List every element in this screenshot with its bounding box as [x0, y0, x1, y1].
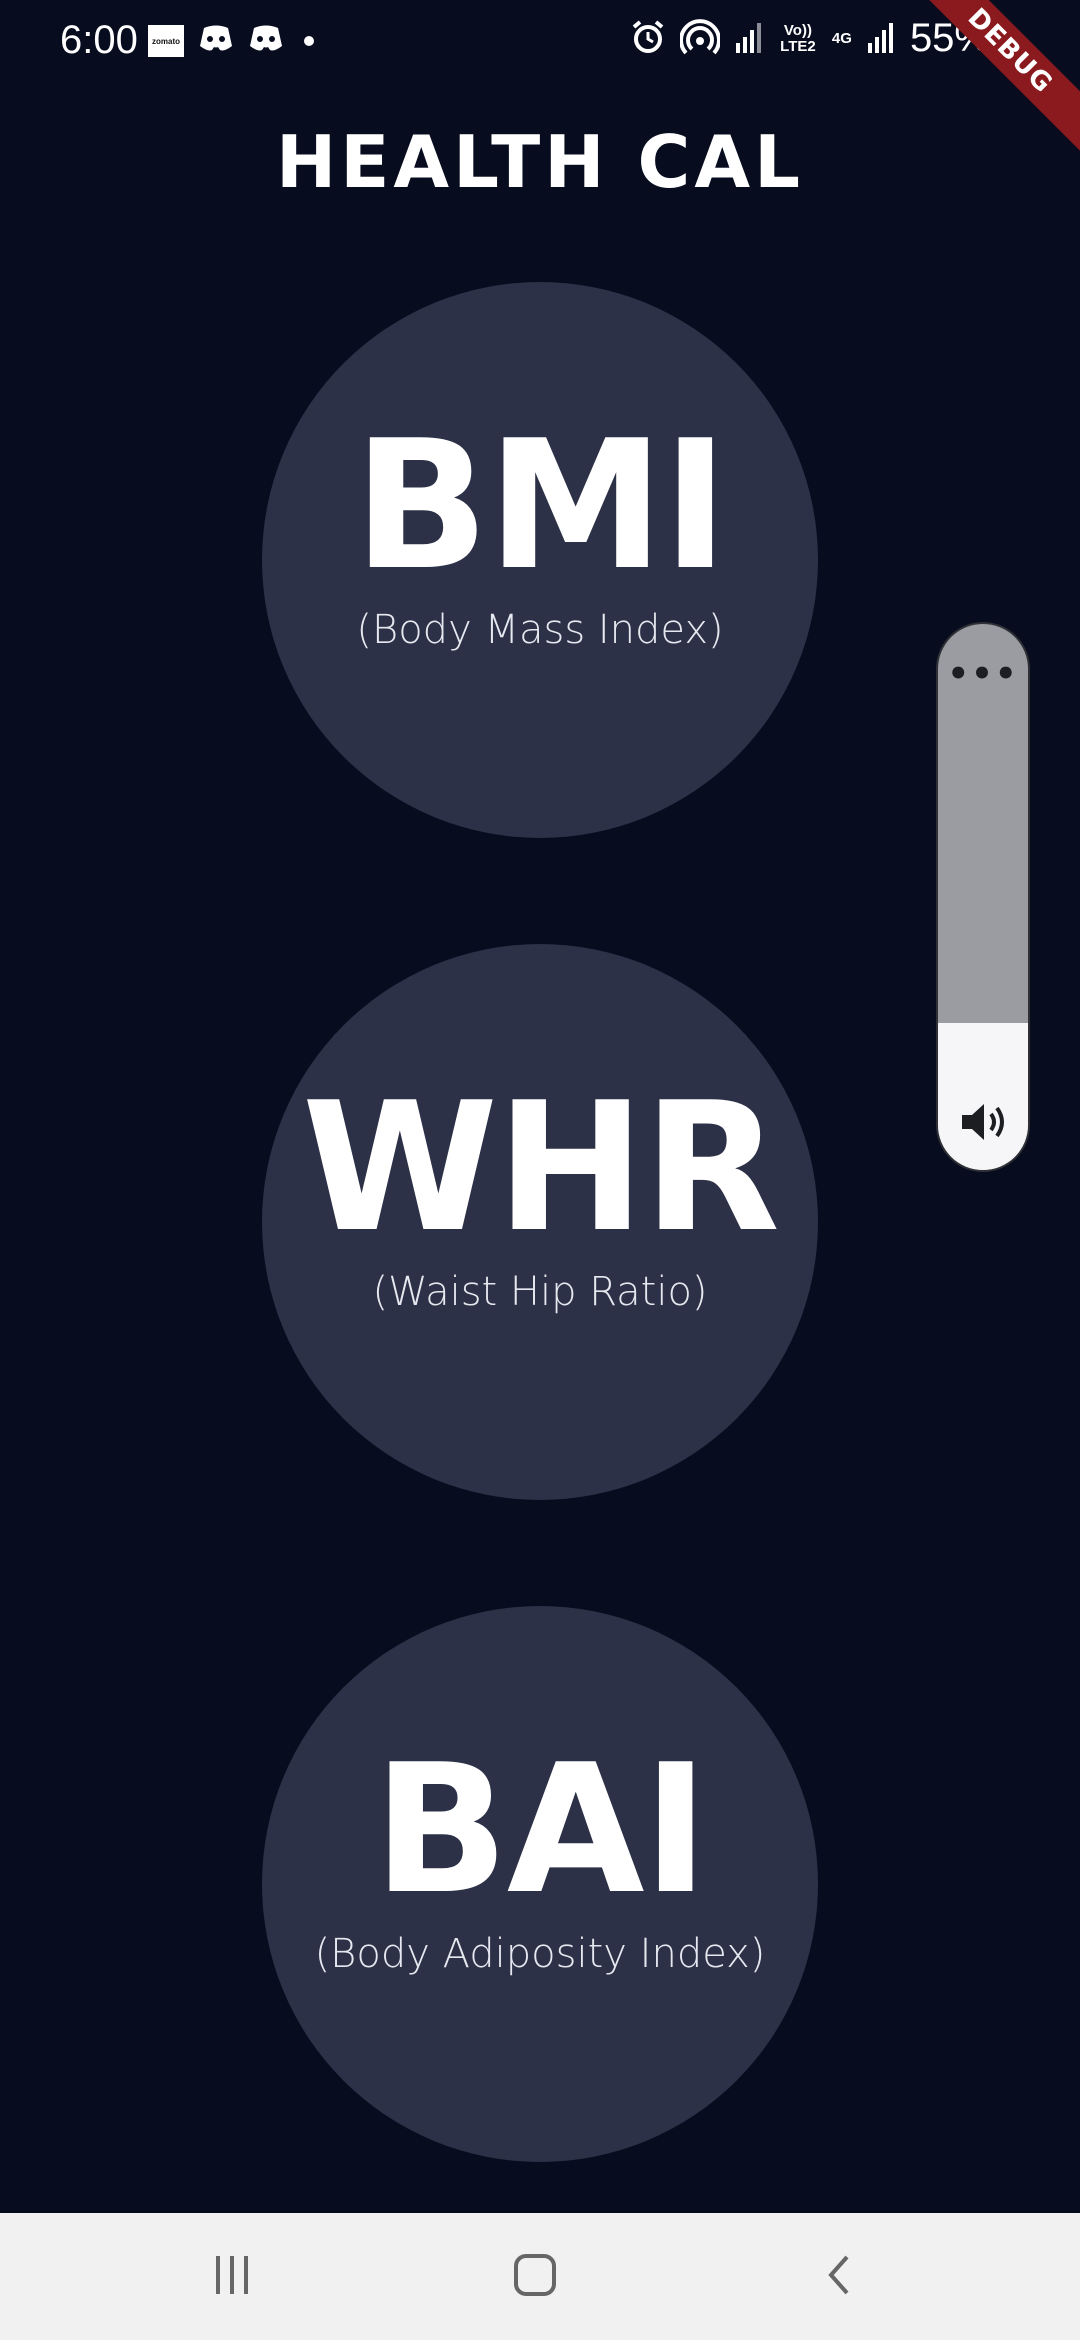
discord-icon [248, 24, 284, 58]
network-type-label: 4G [831, 29, 852, 47]
discord-icon [198, 24, 234, 58]
whr-calculator-button[interactable]: WHR (Waist Hip Ratio) [262, 944, 818, 1500]
calculator-abbr: WHR [301, 1064, 780, 1271]
speaker-icon[interactable] [958, 1098, 1010, 1146]
alarm-icon [630, 19, 666, 59]
back-button[interactable] [778, 2213, 898, 2340]
notification-icons: zomato [148, 24, 314, 58]
volte-label: Vo)) LTE2 [780, 21, 816, 55]
calculator-abbr: BAI [373, 1726, 709, 1933]
home-button[interactable] [475, 2213, 595, 2340]
zomato-notification-icon: zomato [148, 25, 184, 57]
bmi-calculator-button[interactable]: BMI (Body Mass Index) [262, 282, 818, 838]
status-time: 6:00 [60, 18, 138, 62]
hotspot-icon [678, 18, 721, 59]
home-icon [512, 2252, 558, 2302]
calculator-subtitle: (Body Adiposity Index) [314, 1931, 766, 1977]
system-navigation-bar [0, 2213, 1080, 2340]
volume-slider[interactable]: ••• [936, 622, 1030, 1172]
volume-level-fill [938, 1022, 1028, 1170]
signal-icon [866, 21, 896, 57]
calculator-subtitle: (Waist Hip Ratio) [372, 1269, 708, 1315]
more-notifications-dot-icon [304, 36, 314, 46]
bai-calculator-button[interactable]: BAI (Body Adiposity Index) [262, 1606, 818, 2162]
app-screen: 6:00 zomato Vo)) LTE2 4G 55% DEBUG HEALT… [0, 0, 1080, 2340]
recents-icon [212, 2254, 252, 2300]
recents-button[interactable] [172, 2213, 292, 2340]
back-icon [823, 2253, 853, 2301]
status-bar: 6:00 zomato Vo)) LTE2 4G 55% [0, 0, 1080, 84]
app-title: HEALTH CAL [275, 120, 804, 204]
status-right-icons: Vo)) LTE2 4G 55% [630, 16, 990, 61]
signal-icon [734, 21, 764, 57]
calculator-subtitle: (Body Mass Index) [356, 607, 724, 653]
volume-more-options-icon[interactable]: ••• [938, 657, 1028, 691]
calculator-abbr: BMI [353, 402, 728, 609]
